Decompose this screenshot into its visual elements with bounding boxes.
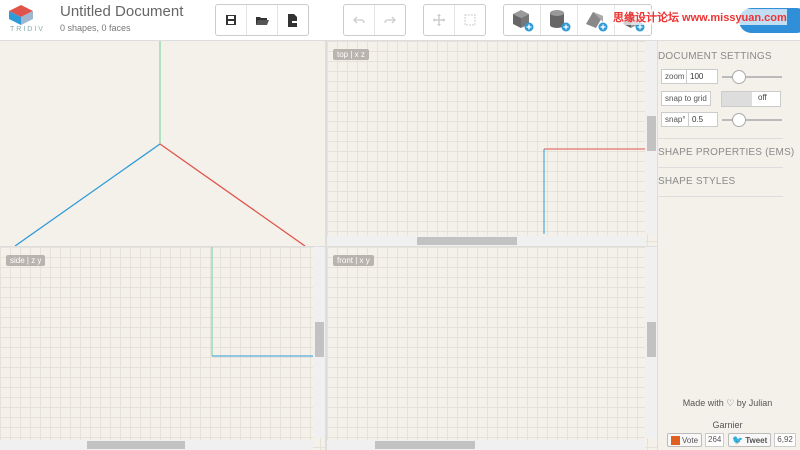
perspective-axes [14, 41, 306, 246]
section-divider [658, 196, 783, 197]
snap-slider[interactable] [722, 119, 782, 121]
vote-widget: Vote 264 [667, 433, 725, 447]
zoom-slider-knob[interactable] [732, 70, 746, 84]
toggle-track [722, 92, 752, 106]
select-tool-button[interactable] [455, 5, 485, 35]
document-stats: 0 shapes, 0 faces [60, 23, 131, 33]
front-vertical-scrollbar[interactable] [645, 247, 657, 438]
shape-properties-heading[interactable]: SHAPE PROPERTIES (ems) [658, 147, 794, 158]
redo-button[interactable] [375, 5, 405, 35]
redo-icon [384, 16, 396, 24]
vote-count: 264 [705, 433, 725, 447]
open-folder-icon [255, 16, 269, 25]
section-divider [658, 167, 783, 168]
watermark-text: 思缘设计论坛 www.missyuan.com [613, 9, 787, 25]
export-button[interactable] [278, 5, 308, 35]
snap-to-grid-label: snap to grid [661, 91, 711, 106]
snap-slider-knob[interactable] [732, 113, 746, 127]
vote-button[interactable]: Vote [667, 433, 703, 447]
scrollbar-thumb[interactable] [87, 441, 185, 449]
undo-button[interactable] [344, 5, 375, 35]
document-settings-heading[interactable]: DOCUMENT SETTINGS [658, 51, 772, 62]
scrollbar-thumb[interactable] [417, 237, 517, 245]
document-title[interactable]: Untitled Document [60, 3, 183, 20]
open-button[interactable] [247, 5, 278, 35]
snap-label: snap° [661, 112, 690, 127]
front-viewport[interactable]: front | x y [327, 247, 657, 450]
select-icon [464, 14, 476, 26]
side-viewport[interactable]: side | z y [0, 247, 325, 450]
vote-icon [671, 435, 680, 445]
scrollbar-thumb[interactable] [647, 116, 656, 151]
vote-label: Vote [682, 435, 699, 445]
file-toolbar [215, 4, 309, 36]
add-prism-button[interactable] [578, 5, 615, 35]
viewport-divider-horizontal[interactable] [0, 246, 657, 247]
add-prism-icon [586, 12, 608, 32]
add-cube-button[interactable] [504, 5, 541, 35]
shape-styles-heading[interactable]: SHAPE STYLES [658, 176, 735, 187]
twitter-bird-icon: 🐦 [732, 434, 744, 445]
section-divider [658, 138, 783, 139]
logo-text: TRIDIV [10, 26, 45, 33]
app-header: TRIDIV Untitled Document 0 shapes, 0 fac… [0, 0, 800, 41]
export-icon [288, 13, 299, 27]
credits-text: Made with ♡ by Julian Garnier [682, 398, 773, 430]
save-icon [226, 15, 236, 25]
top-horizontal-scrollbar[interactable] [327, 236, 645, 246]
tweet-button[interactable]: 🐦 Tweet [728, 433, 772, 447]
top-vertical-scrollbar[interactable] [645, 41, 657, 234]
add-cube-icon [513, 10, 534, 32]
side-vertical-scrollbar[interactable] [313, 247, 325, 438]
front-view-label: front | x y [333, 255, 374, 266]
side-axes [211, 247, 313, 357]
x-axis-line [159, 143, 306, 246]
tools-toolbar [423, 4, 486, 36]
scrollbar-thumb[interactable] [375, 441, 475, 449]
tweet-count: 6,92 [774, 433, 796, 447]
toggle-state-text: off [758, 93, 767, 102]
scrollbar-thumb[interactable] [315, 322, 324, 357]
move-tool-button[interactable] [424, 5, 455, 35]
undo-icon [353, 16, 365, 24]
front-horizontal-scrollbar[interactable] [327, 440, 645, 450]
zoom-label: zoom [661, 69, 689, 84]
snap-to-grid-toggle[interactable]: off [721, 91, 781, 107]
move-icon [433, 14, 445, 26]
history-toolbar [343, 4, 406, 36]
save-button[interactable] [216, 5, 247, 35]
top-axes [543, 148, 645, 234]
zoom-input[interactable]: 100 [686, 69, 718, 84]
scrollbar-thumb[interactable] [647, 322, 656, 357]
zoom-slider[interactable] [722, 76, 782, 78]
side-horizontal-scrollbar[interactable] [0, 440, 313, 450]
perspective-viewport[interactable] [0, 41, 325, 246]
z-axis-line [14, 143, 161, 246]
settings-sidebar: DOCUMENT SETTINGS zoom 100 snap to grid … [657, 41, 800, 450]
tweet-label: Tweet [745, 435, 768, 445]
add-cylinder-button[interactable] [541, 5, 578, 35]
add-cylinder-icon [550, 10, 571, 32]
top-viewport[interactable]: top | x z [327, 41, 657, 246]
snap-input[interactable]: 0.5 [688, 112, 718, 127]
tweet-widget: 🐦 Tweet 6,92 [728, 433, 796, 447]
